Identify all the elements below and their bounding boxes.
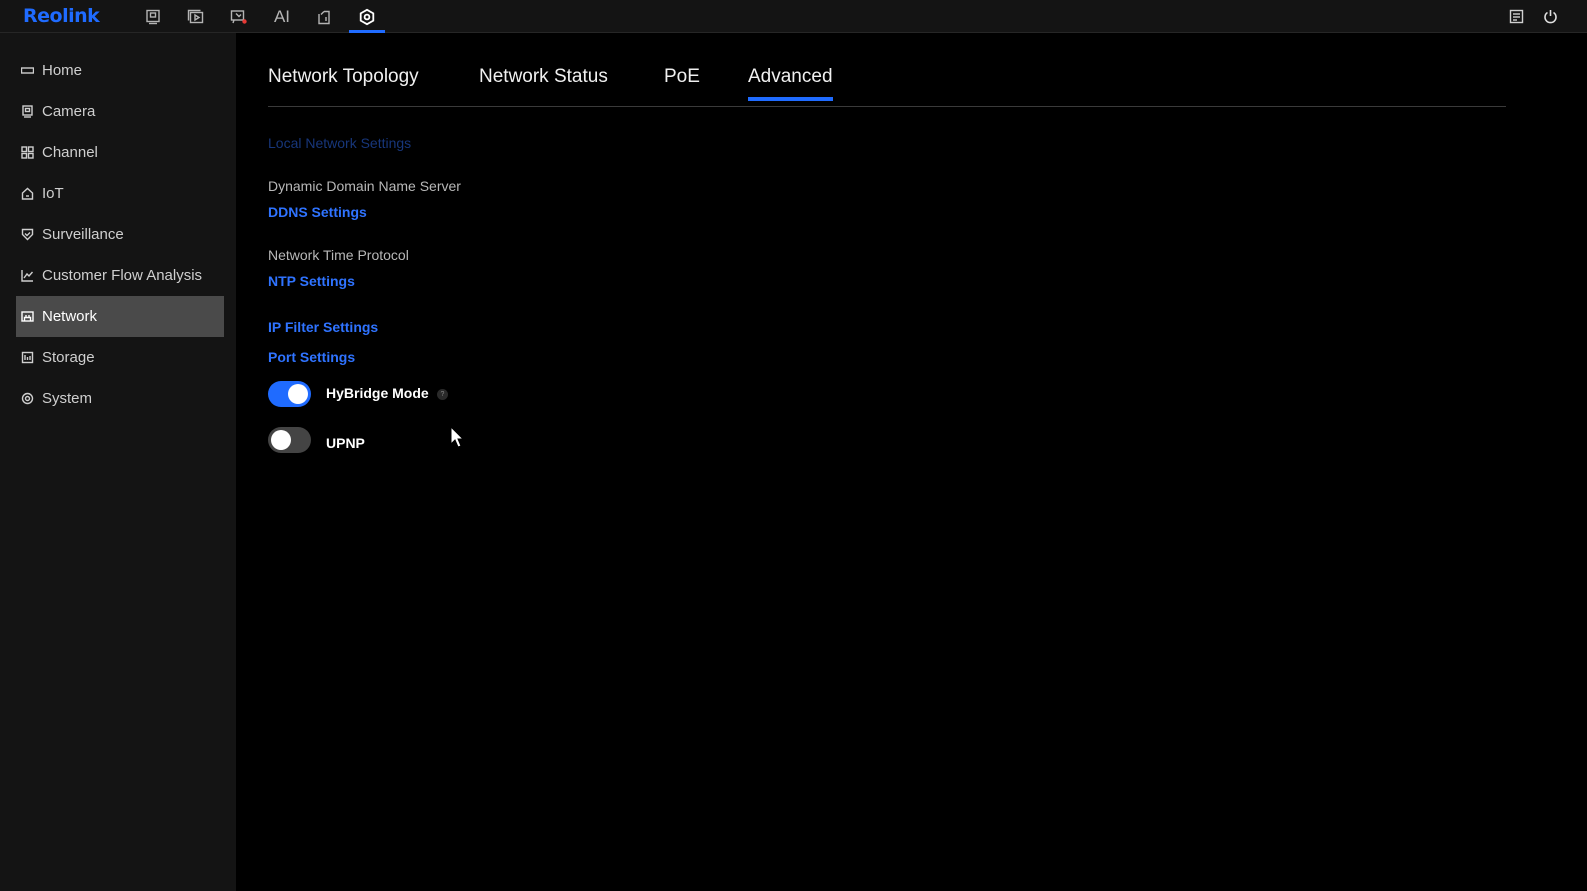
tab-advanced[interactable]: Advanced xyxy=(748,66,833,101)
toggle-knob xyxy=(288,384,308,404)
toggle-knob xyxy=(271,430,291,450)
sidebar-item-surveillance[interactable]: Surveillance xyxy=(16,214,224,255)
help-icon[interactable]: ? xyxy=(437,389,448,400)
ip-filter-settings-link[interactable]: IP Filter Settings xyxy=(268,319,378,335)
storage-icon xyxy=(16,351,42,364)
home-icon xyxy=(16,64,42,77)
channel-icon xyxy=(16,146,42,159)
sidebar-item-label: Home xyxy=(42,62,83,79)
top-bar: Reolink AI xyxy=(0,0,1587,33)
settings-icon[interactable] xyxy=(349,0,385,33)
power-icon[interactable] xyxy=(1532,0,1568,33)
sidebar-item-label: Customer Flow Analysis xyxy=(42,267,203,284)
tab-poe[interactable]: PoE xyxy=(664,66,700,88)
sidebar-item-label: Camera xyxy=(42,103,96,120)
sidebar: Home Camera Channel IoT Surveillance Cus… xyxy=(0,33,236,891)
ai-icon[interactable]: AI xyxy=(264,0,300,33)
local-network-settings-link[interactable]: Local Network Settings xyxy=(268,135,411,151)
iot-icon xyxy=(16,187,42,200)
sidebar-item-iot[interactable]: IoT xyxy=(16,173,224,214)
sidebar-item-network[interactable]: Network xyxy=(16,296,224,337)
sidebar-item-label: Surveillance xyxy=(42,226,124,243)
sidebar-item-system[interactable]: System xyxy=(16,378,224,419)
hybridge-mode-label: HyBridge Mode xyxy=(326,385,429,401)
sidebar-item-label: Network xyxy=(42,308,98,325)
shield-icon xyxy=(16,228,42,241)
sidebar-item-storage[interactable]: Storage xyxy=(16,337,224,378)
tab-network-status[interactable]: Network Status xyxy=(479,66,608,88)
ddns-section-label: Dynamic Domain Name Server xyxy=(268,178,461,194)
sidebar-item-label: IoT xyxy=(42,185,64,202)
network-tabs: Network Topology Network Status PoE Adva… xyxy=(268,66,1506,107)
port-settings-link[interactable]: Port Settings xyxy=(268,349,355,365)
upnp-toggle[interactable] xyxy=(268,427,311,453)
ai-label: AI xyxy=(273,6,291,26)
ntp-section-label: Network Time Protocol xyxy=(268,247,409,263)
ntp-settings-link[interactable]: NTP Settings xyxy=(268,273,355,289)
sidebar-item-label: Storage xyxy=(42,349,95,366)
chart-icon xyxy=(16,269,42,282)
tab-network-topology[interactable]: Network Topology xyxy=(268,66,419,88)
sidebar-item-channel[interactable]: Channel xyxy=(16,132,224,173)
notes-icon[interactable] xyxy=(1498,0,1534,33)
clip-icon[interactable] xyxy=(306,0,342,33)
ddns-settings-link[interactable]: DDNS Settings xyxy=(268,204,367,220)
upnp-label: UPNP xyxy=(326,435,365,451)
sidebar-item-label: System xyxy=(42,390,93,407)
network-icon xyxy=(16,310,42,323)
playback-icon[interactable] xyxy=(178,0,214,33)
sidebar-item-home[interactable]: Home xyxy=(16,50,224,91)
alarm-icon[interactable] xyxy=(221,0,257,33)
preview-icon[interactable] xyxy=(135,0,171,33)
sidebar-item-customer-flow-analysis[interactable]: Customer Flow Analysis xyxy=(16,255,224,296)
sidebar-item-camera[interactable]: Camera xyxy=(16,91,224,132)
reolink-logo: Reolink xyxy=(23,5,100,27)
system-icon xyxy=(16,392,42,405)
hybridge-mode-toggle[interactable] xyxy=(268,381,311,407)
mouse-cursor-icon xyxy=(450,425,466,455)
sidebar-item-label: Channel xyxy=(42,144,98,161)
camera-icon xyxy=(16,105,42,118)
